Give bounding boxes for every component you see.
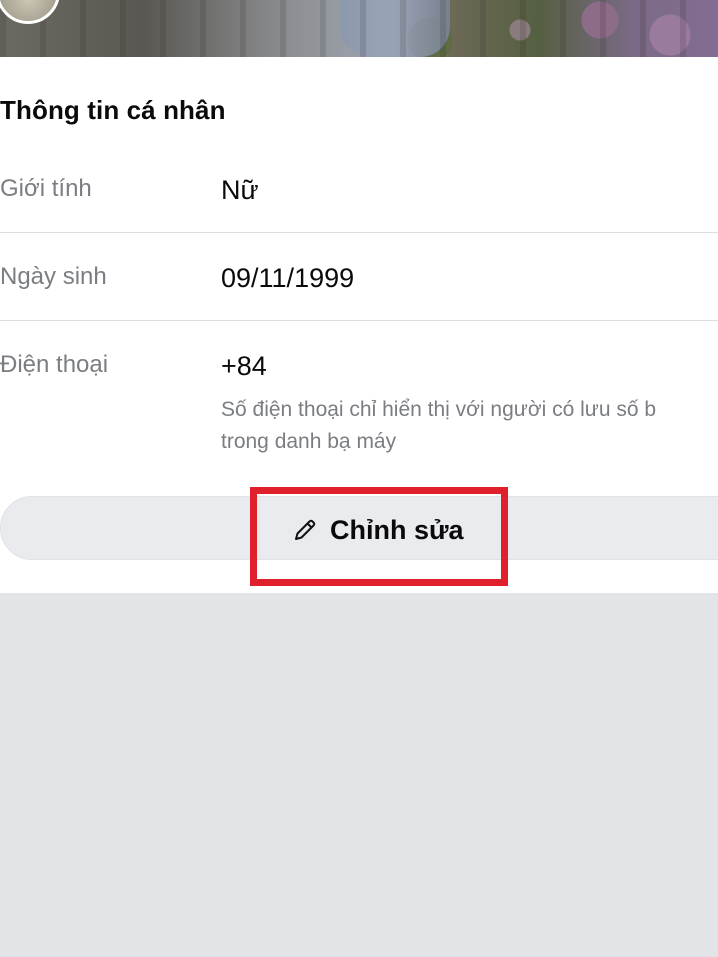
empty-background	[0, 593, 718, 957]
phone-note-line2: trong danh bạ máy	[221, 430, 397, 453]
birthday-value: 09/11/1999	[221, 263, 355, 293]
cover-figure	[340, 0, 450, 57]
profile-page: Thông tin cá nhân Giới tính Nữ Ngày sinh…	[0, 0, 718, 957]
highlight-annotation	[250, 487, 508, 586]
phone-value: +84	[221, 351, 267, 381]
divider	[0, 232, 718, 233]
phone-note-line1: Số điện thoại chỉ hiển thị với người có …	[221, 398, 657, 421]
phone-label: Điện thoại	[0, 351, 109, 378]
section-title: Thông tin cá nhân	[0, 95, 226, 125]
gender-label: Giới tính	[0, 175, 92, 202]
cover-photo[interactable]	[0, 0, 718, 57]
divider	[0, 320, 718, 321]
birthday-label: Ngày sinh	[0, 263, 107, 290]
gender-value: Nữ	[221, 175, 259, 205]
